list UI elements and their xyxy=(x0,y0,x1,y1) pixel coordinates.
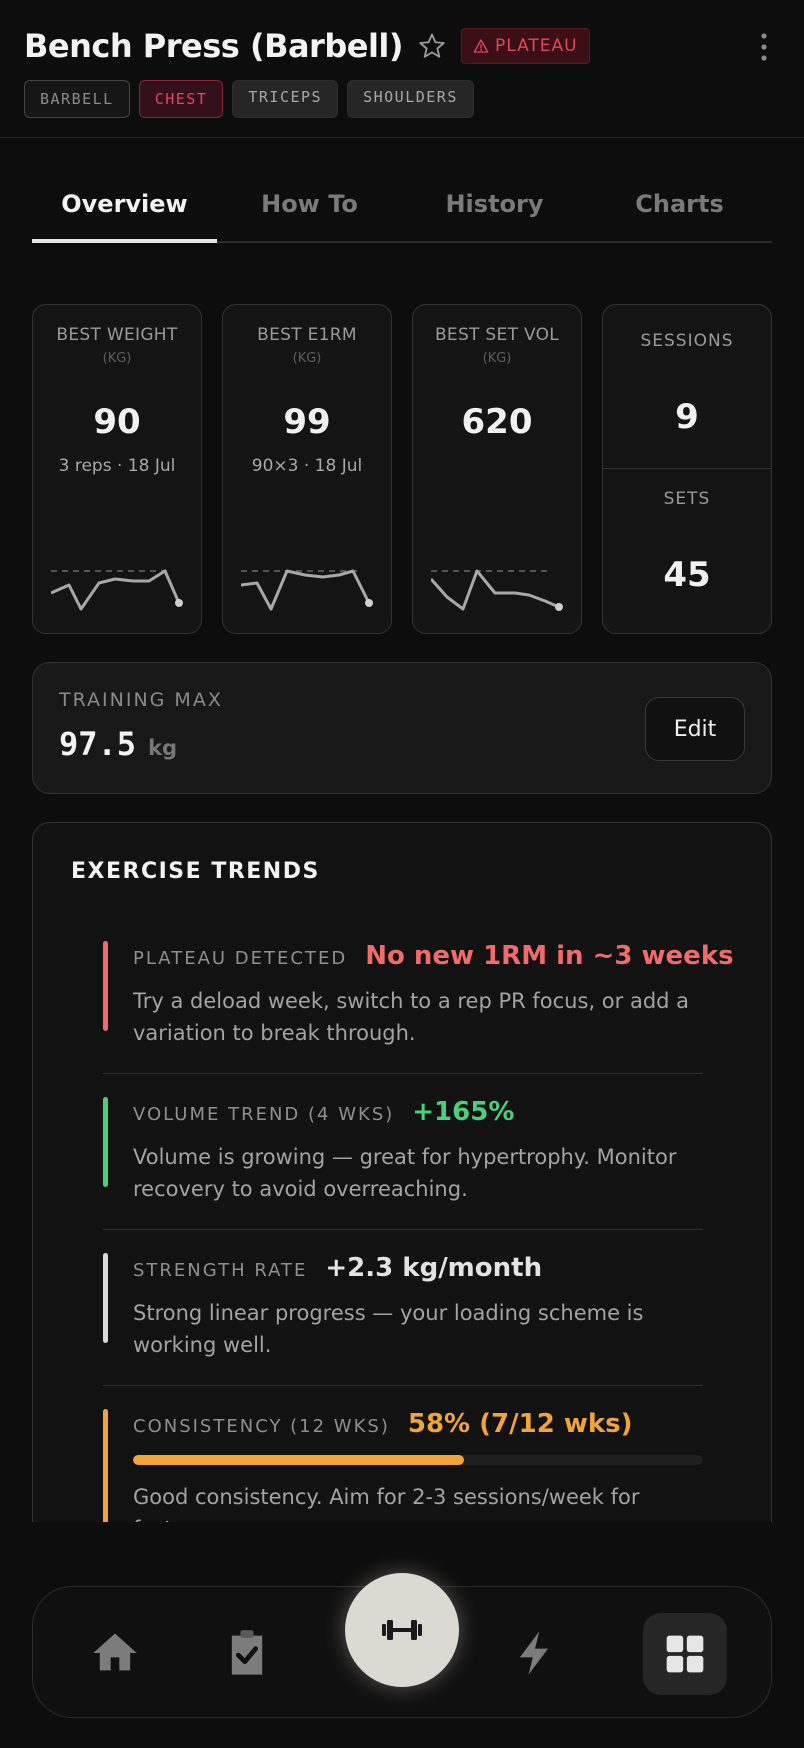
stat-value: 620 xyxy=(461,402,533,442)
stat-card-best-weight[interactable]: BEST WEIGHT (KG) 90 3 reps · 18 Jul xyxy=(32,304,202,634)
grid-icon xyxy=(666,1635,704,1673)
stat-label: BEST WEIGHT xyxy=(56,325,178,345)
training-max-unit: kg xyxy=(148,736,178,760)
training-max-number: 97.5 xyxy=(59,725,137,763)
trend-consistency: CONSISTENCY (12 WKS) 58% (7/12 wks) Good… xyxy=(103,1409,703,1522)
trend-strength-rate: STRENGTH RATE +2.3 kg/month Strong linea… xyxy=(103,1253,703,1359)
trend-accent-bar xyxy=(103,941,108,1031)
tab-history[interactable]: History xyxy=(402,170,587,241)
lightning-icon[interactable] xyxy=(509,1627,561,1679)
sessions-value: 9 xyxy=(675,397,699,437)
trend-value: +2.3 kg/month xyxy=(325,1253,543,1283)
training-max-card: TRAINING MAX 97.5 kg Edit xyxy=(32,662,772,794)
trend-label: PLATEAU DETECTED xyxy=(133,948,348,969)
trend-description: Volume is growing — great for hypertroph… xyxy=(133,1145,677,1201)
exercise-trends-card: EXERCISE TRENDS PLATEAU DETECTED No new … xyxy=(32,822,772,1522)
stat-label: BEST E1RM xyxy=(257,325,357,345)
stat-card-best-set-volume[interactable]: BEST SET VOL (KG) 620 xyxy=(412,304,582,634)
edit-training-max-button[interactable]: Edit xyxy=(645,697,745,761)
star-icon[interactable] xyxy=(417,31,447,61)
trend-description: Good consistency. Aim for 2-3 sessions/w… xyxy=(133,1485,640,1522)
tag-shoulders[interactable]: SHOULDERS xyxy=(347,80,474,118)
consistency-progress-fill xyxy=(133,1455,464,1465)
tab-overview[interactable]: Overview xyxy=(32,170,217,243)
sessions-section: SESSIONS 9 xyxy=(603,305,771,469)
trend-header: VOLUME TREND (4 WKS) +165% xyxy=(133,1097,514,1127)
plateau-badge-label: PLATEAU xyxy=(495,36,578,56)
tab-charts[interactable]: Charts xyxy=(587,170,772,241)
sets-value: 45 xyxy=(663,555,711,595)
dumbbell-icon xyxy=(382,1620,422,1640)
trend-header: PLATEAU DETECTED No new 1RM in ~3 weeks xyxy=(133,941,734,971)
exercise-title: Bench Press (Barbell) xyxy=(24,27,404,65)
bottom-nav xyxy=(32,1573,772,1718)
sets-label: SETS xyxy=(663,489,711,509)
workout-nav-button[interactable] xyxy=(345,1573,459,1687)
stat-value: 90 xyxy=(93,402,141,442)
trend-value: No new 1RM in ~3 weeks xyxy=(365,941,734,971)
home-icon[interactable] xyxy=(89,1627,141,1679)
trend-label: VOLUME TREND (4 WKS) xyxy=(133,1104,395,1125)
exercise-trends-title: EXERCISE TRENDS xyxy=(71,859,320,884)
stat-label: BEST SET VOL xyxy=(434,325,560,345)
header: Bench Press (Barbell) PLATEAU BARBELL CH… xyxy=(0,0,804,138)
plateau-badge: PLATEAU xyxy=(461,28,590,64)
stat-value: 99 xyxy=(283,402,331,442)
tag-barbell[interactable]: BARBELL xyxy=(24,80,130,118)
tag-triceps[interactable]: TRICEPS xyxy=(232,80,339,118)
trend-description: Strong linear progress — your loading sc… xyxy=(133,1301,644,1357)
stat-sub: 90×3 · 18 Jul xyxy=(251,456,363,476)
tab-bar: Overview How To History Charts xyxy=(32,170,772,243)
best-weight-sparkline xyxy=(51,569,183,611)
stat-card-sessions-sets[interactable]: SESSIONS 9 SETS 45 xyxy=(602,304,772,634)
stat-card-best-e1rm[interactable]: BEST E1RM (KG) 99 90×3 · 18 Jul xyxy=(222,304,392,634)
muscle-tags: BARBELL CHEST TRICEPS SHOULDERS xyxy=(24,80,474,118)
trend-divider xyxy=(103,1229,703,1230)
best-e1rm-sparkline xyxy=(241,569,373,611)
sessions-label: SESSIONS xyxy=(640,331,734,351)
consistency-progress-bar xyxy=(133,1455,703,1465)
trend-plateau: PLATEAU DETECTED No new 1RM in ~3 weeks … xyxy=(103,941,734,1047)
training-max-label: TRAINING MAX xyxy=(59,689,223,711)
sets-section: SETS 45 xyxy=(603,469,771,633)
tab-how-to[interactable]: How To xyxy=(217,170,402,241)
trend-divider xyxy=(103,1073,703,1074)
stat-unit: (KG) xyxy=(292,351,322,366)
trend-label: STRENGTH RATE xyxy=(133,1260,308,1281)
clipboard-check-icon[interactable] xyxy=(221,1627,273,1679)
trend-volume: VOLUME TREND (4 WKS) +165% Volume is gro… xyxy=(103,1097,703,1203)
stat-sub: 3 reps · 18 Jul xyxy=(58,456,176,476)
title-row: Bench Press (Barbell) PLATEAU xyxy=(24,26,590,66)
trend-header: CONSISTENCY (12 WKS) 58% (7/12 wks) xyxy=(133,1409,633,1439)
trend-header: STRENGTH RATE +2.3 kg/month xyxy=(133,1253,542,1283)
tag-chest[interactable]: CHEST xyxy=(138,80,224,118)
trend-label: CONSISTENCY (12 WKS) xyxy=(133,1416,390,1437)
trend-accent-bar xyxy=(103,1253,108,1343)
stat-unit: (KG) xyxy=(102,351,132,366)
more-options-icon[interactable] xyxy=(760,32,768,62)
training-max-value: 97.5 kg xyxy=(59,725,177,763)
trend-description: Try a deload week, switch to a rep PR fo… xyxy=(133,989,690,1045)
trend-value: 58% (7/12 wks) xyxy=(407,1409,633,1439)
trend-divider xyxy=(103,1385,703,1386)
best-set-volume-sparkline xyxy=(431,569,563,611)
more-apps-nav-button[interactable] xyxy=(643,1613,727,1695)
trend-value: +165% xyxy=(412,1097,515,1127)
warning-icon xyxy=(473,39,489,53)
stat-unit: (KG) xyxy=(482,351,512,366)
trend-accent-bar xyxy=(103,1097,108,1187)
trend-accent-bar xyxy=(103,1409,108,1522)
